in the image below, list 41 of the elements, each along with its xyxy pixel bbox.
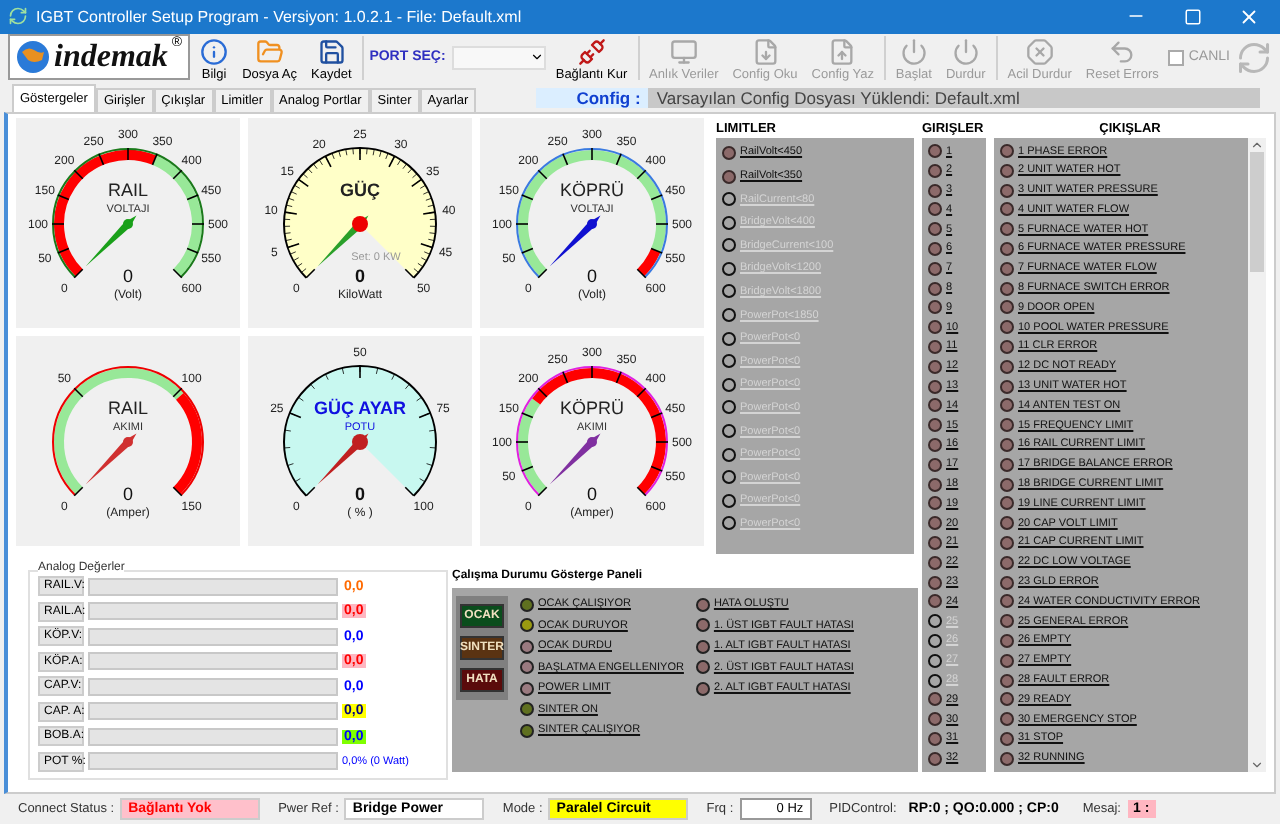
maximize-icon[interactable]: [1183, 7, 1201, 26]
gauge-value: 0: [123, 265, 133, 286]
globe-icon: [16, 40, 50, 75]
logo-text: indemak: [54, 39, 168, 76]
power-icon: [899, 37, 928, 66]
folder-icon: [255, 37, 284, 66]
window-title: IGBT Controller Setup Program - Versiyon: 1.0.2.1 - File: Default.xml: [36, 7, 524, 26]
gauge-title: GÜÇ: [340, 179, 380, 200]
needle-hub: [123, 218, 133, 229]
gauge-title: RAIL: [108, 397, 148, 418]
needle-hub: [587, 436, 597, 447]
gauge-value: 0: [587, 483, 597, 504]
scroll-bar[interactable]: [1248, 137, 1266, 773]
document-icon: [828, 37, 857, 66]
gauge-value: 0: [355, 265, 365, 286]
monitor-icon: [669, 37, 698, 66]
document-icon: [751, 37, 779, 66]
gauge-title: KÖPRÜ: [560, 397, 624, 418]
needle-hub: [123, 436, 133, 447]
needle-hub: [587, 218, 597, 229]
gauge-value: 0: [355, 483, 365, 504]
config-message: Varsayılan Config Dosyası Yüklendi: Default.xml: [648, 87, 1260, 108]
checkbox[interactable]: [1168, 49, 1185, 66]
gauge-value: 0: [587, 265, 597, 286]
refresh-icon[interactable]: [1236, 37, 1273, 78]
stop-sign-icon: [1025, 37, 1054, 66]
app-icon: [8, 6, 28, 27]
gauge-value: 0: [123, 483, 133, 504]
caret-icon: [529, 50, 544, 65]
gauge-title: GÜÇ AYAR: [314, 397, 406, 418]
info-icon: [200, 37, 229, 66]
config-label: Config :: [536, 87, 649, 108]
undo-arrow-icon: [1108, 37, 1137, 66]
close-icon[interactable]: [1237, 5, 1259, 28]
power-icon: [951, 37, 980, 66]
needle-hub: [352, 433, 368, 450]
needle-hub: [352, 215, 368, 232]
gauge-title: RAIL: [108, 179, 148, 200]
port-dropdown[interactable]: [451, 45, 546, 70]
gauge-title: KÖPRÜ: [560, 179, 624, 200]
plug-icon: [577, 37, 606, 66]
